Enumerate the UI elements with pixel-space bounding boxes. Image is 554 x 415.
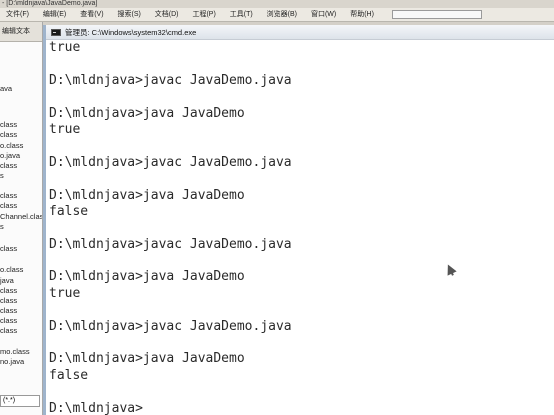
file-list-item[interactable]: class <box>0 120 17 129</box>
console-line: true <box>49 121 81 137</box>
menubar-search-input[interactable] <box>391 9 482 19</box>
menu-document[interactable]: 文档(D) <box>155 8 179 21</box>
cmd-window-title: 管理员: C:\Windows\system32\cmd.exe <box>65 28 197 37</box>
console-line: D:\mldnjava>javac JavaDemo.java <box>49 72 292 88</box>
console-output[interactable]: true D:\mldnjava>javac JavaDemo.java D:\ml… <box>49 40 554 415</box>
console-line: D:\mldnjava>javac JavaDemo.java <box>49 236 292 252</box>
file-list-item[interactable]: class <box>0 161 17 170</box>
console-line: true <box>49 285 81 301</box>
console-line: D:\mldnjava>java JavaDemo <box>49 351 245 367</box>
file-list-item[interactable]: class <box>0 191 17 200</box>
menu-view[interactable]: 查看(V) <box>80 8 103 21</box>
file-list-item[interactable]: class <box>0 326 17 335</box>
console-line: D:\mldnjava>java JavaDemo <box>49 105 245 121</box>
file-list-item[interactable]: class <box>0 286 17 295</box>
editor-window-title: - [D:\mldnjava\JavaDemo.java] <box>0 0 554 8</box>
file-list-item[interactable]: o.class <box>0 141 23 150</box>
file-list-item[interactable]: ava <box>0 84 12 93</box>
console-line: D:\mldnjava>java JavaDemo <box>49 269 245 285</box>
cmd-window[interactable]: 管理员: C:\Windows\system32\cmd.exe true D:\… <box>43 25 554 415</box>
console-line: D:\mldnjava> <box>49 400 143 415</box>
file-list-item[interactable]: s <box>0 171 4 180</box>
console-line: D:\mldnjava>javac JavaDemo.java <box>49 154 292 170</box>
menu-browser[interactable]: 浏览器(B) <box>267 8 297 21</box>
cmd-app-icon <box>51 29 61 36</box>
file-list-item[interactable]: class <box>0 201 17 210</box>
file-list-item[interactable]: o.class <box>0 265 23 274</box>
console-line: D:\mldnjava>javac JavaDemo.java <box>49 318 292 334</box>
file-list-item[interactable]: no.java <box>0 357 24 366</box>
menu-project[interactable]: 工程(P) <box>192 8 215 21</box>
cmd-titlebar[interactable]: 管理员: C:\Windows\system32\cmd.exe <box>46 25 554 40</box>
file-list-item[interactable]: class <box>0 296 17 305</box>
file-list-item[interactable]: class <box>0 316 17 325</box>
menu-help[interactable]: 帮助(H) <box>350 8 374 21</box>
file-list-item[interactable]: o.java <box>0 151 20 160</box>
menu-edit[interactable]: 编辑(E) <box>43 8 66 21</box>
menu-file[interactable]: 文件(F) <box>6 8 29 21</box>
file-filter-field[interactable]: (*.*) <box>0 395 40 407</box>
console-line: true <box>49 40 81 55</box>
console-line: false <box>49 367 89 383</box>
console-line: D:\mldnjava>java JavaDemo <box>49 187 245 203</box>
file-list-item[interactable]: s <box>0 222 4 231</box>
sidebar-tab[interactable]: 编辑文本 <box>0 22 42 42</box>
file-sidebar: 编辑文本 ava class class o.class o.java class s cla… <box>0 22 43 415</box>
console-line: false <box>49 203 89 219</box>
file-list-item[interactable]: class <box>0 306 17 315</box>
menu-search[interactable]: 搜索(S) <box>118 8 141 21</box>
editor-menubar: 文件(F) 编辑(E) 查看(V) 搜索(S) 文档(D) 工程(P) 工具(T… <box>0 8 554 22</box>
file-list-item[interactable]: class <box>0 244 17 253</box>
file-list-item[interactable]: class <box>0 130 17 139</box>
file-list-item[interactable]: java <box>0 276 14 285</box>
menu-window[interactable]: 窗口(W) <box>311 8 336 21</box>
file-list-item[interactable]: Channel.class <box>0 212 42 221</box>
file-list-item[interactable]: mo.class <box>0 347 30 356</box>
menu-tools[interactable]: 工具(T) <box>230 8 253 21</box>
